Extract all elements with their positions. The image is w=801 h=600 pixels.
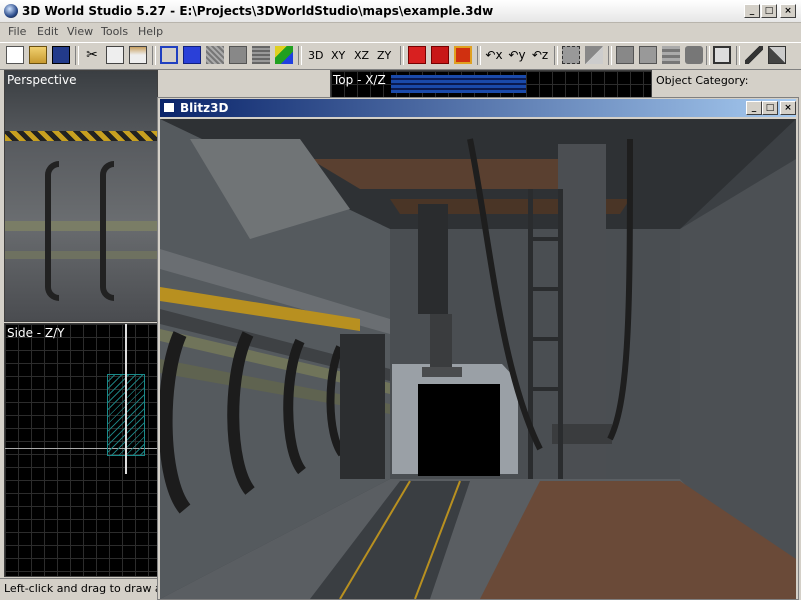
app-icon[interactable] xyxy=(4,4,18,18)
close-button[interactable]: × xyxy=(780,4,796,18)
object-panel: Object Category: xyxy=(654,70,801,100)
rotate-z-icon[interactable]: ↶z xyxy=(531,46,549,64)
menu-view[interactable]: View xyxy=(67,25,93,38)
side-viewport[interactable]: Side - Z/Y xyxy=(4,323,158,577)
new-icon[interactable] xyxy=(6,46,24,64)
wireframe-cube-icon[interactable] xyxy=(160,46,178,64)
blitz3d-maximize-button[interactable]: □ xyxy=(762,101,778,115)
object-category-label: Object Category: xyxy=(656,74,749,87)
perspective-viewport[interactable]: Perspective xyxy=(4,70,158,322)
brush-1-icon[interactable] xyxy=(616,46,634,64)
blitz3d-title-bar[interactable]: Blitz3D _ □ × xyxy=(160,99,796,117)
blitz3d-title: Blitz3D xyxy=(180,101,229,115)
copy-icon[interactable] xyxy=(106,46,124,64)
textured-cube-icon[interactable] xyxy=(206,46,224,64)
perspective-label: Perspective xyxy=(7,73,77,87)
maximize-button[interactable]: □ xyxy=(761,4,777,18)
select-icon[interactable] xyxy=(562,46,580,64)
save-icon[interactable] xyxy=(52,46,70,64)
red-cube-3-icon[interactable] xyxy=(454,46,472,64)
top-viewport[interactable]: Top - X/Z xyxy=(330,70,652,98)
menu-bar: File Edit View Tools Help xyxy=(0,22,801,41)
menu-file[interactable]: File xyxy=(8,25,26,38)
red-cube-2-icon[interactable] xyxy=(431,46,449,64)
top-label: Top - X/Z xyxy=(333,73,386,87)
flat-cube-icon[interactable] xyxy=(229,46,247,64)
rotate-y-icon[interactable]: ↶y xyxy=(508,46,526,64)
paste-icon[interactable] xyxy=(129,46,147,64)
menu-edit[interactable]: Edit xyxy=(37,25,58,38)
view-xz-button[interactable]: XZ xyxy=(354,49,369,62)
solid-cube-icon[interactable] xyxy=(183,46,201,64)
menu-help[interactable]: Help xyxy=(138,25,163,38)
blitz3d-close-button[interactable]: × xyxy=(780,101,796,115)
render-view[interactable] xyxy=(160,119,796,599)
view-xy-button[interactable]: XY xyxy=(331,49,345,62)
eyedropper-icon[interactable] xyxy=(745,46,763,64)
minimize-button[interactable]: _ xyxy=(744,4,760,18)
main-title-bar[interactable]: 3D World Studio 5.27 - E:\Projects\3DWor… xyxy=(0,0,801,23)
scene-render xyxy=(160,119,796,599)
lightmap-cube-icon[interactable] xyxy=(252,46,270,64)
blitz3d-minimize-button[interactable]: _ xyxy=(746,101,762,115)
view-3d-button[interactable]: 3D xyxy=(308,49,323,62)
blitz3d-window[interactable]: Blitz3D _ □ × xyxy=(157,97,799,600)
cut-icon[interactable]: ✂ xyxy=(83,46,101,64)
entity-icon[interactable] xyxy=(713,46,731,64)
brush-2-icon[interactable] xyxy=(639,46,657,64)
color-cube-icon[interactable] xyxy=(275,46,293,64)
vertex-icon[interactable] xyxy=(585,46,603,64)
toolbar: ✂ 3D XY XZ ZY ↶x ↶y ↶z xyxy=(0,42,801,70)
brush-4-icon[interactable] xyxy=(685,46,703,64)
open-icon[interactable] xyxy=(29,46,47,64)
window-title: 3D World Studio 5.27 - E:\Projects\3DWor… xyxy=(22,4,494,18)
status-bar: Left-click and drag to draw an o xyxy=(0,578,179,599)
side-label: Side - Z/Y xyxy=(7,326,65,340)
blitz3d-window-icon xyxy=(163,102,175,113)
brush-3-icon[interactable] xyxy=(662,46,680,64)
menu-tools[interactable]: Tools xyxy=(101,25,128,38)
status-text: Left-click and drag to draw an o xyxy=(4,582,179,595)
view-zy-button[interactable]: ZY xyxy=(377,49,391,62)
red-cube-icon[interactable] xyxy=(408,46,426,64)
paint-icon[interactable] xyxy=(768,46,786,64)
rotate-x-icon[interactable]: ↶x xyxy=(485,46,503,64)
